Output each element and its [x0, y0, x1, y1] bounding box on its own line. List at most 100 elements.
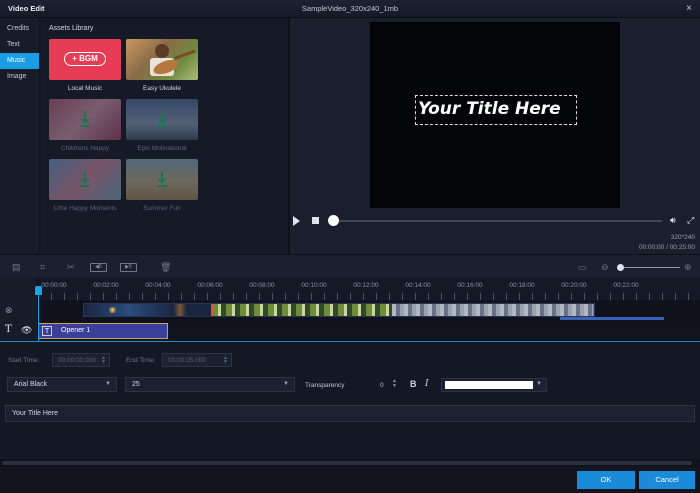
- time-readout: 00:00:00 / 00:25:00: [638, 244, 695, 251]
- ruler-tick: 00:02:00: [93, 282, 119, 289]
- start-time-stepper-icon[interactable]: ▲ ▼: [101, 356, 106, 365]
- zoom-in-icon[interactable]: ⊕: [684, 262, 692, 273]
- transparency-stepper-icon[interactable]: ▲ ▼: [392, 379, 397, 389]
- sidebar-item-image[interactable]: Image: [0, 69, 39, 85]
- start-time-label: Start Time:: [8, 357, 40, 364]
- horizontal-scrollbar[interactable]: [0, 459, 700, 467]
- epic-motivational-tile[interactable]: [126, 99, 198, 140]
- video-track-header: ⊗: [0, 300, 38, 322]
- seek-handle[interactable]: [328, 215, 339, 226]
- bold-button[interactable]: B: [410, 379, 417, 389]
- rewind-5s-icon[interactable]: ◀5: [90, 263, 107, 272]
- little-happy-moments-tile[interactable]: [49, 159, 121, 200]
- ruler-tick: 00:10:00: [301, 282, 327, 289]
- preview-panel: Your Title Here 🔊︎ ⤢ 320*240 00:00:00 / …: [290, 18, 700, 254]
- resolution-readout: 320*240: [670, 234, 695, 241]
- ruler-tick: 00:18:00: [509, 282, 535, 289]
- title-text-input[interactable]: Your Title Here: [5, 405, 695, 422]
- download-icon: [80, 111, 90, 127]
- keyframe-marker-icon[interactable]: ◉: [109, 305, 116, 314]
- forward-5s-icon[interactable]: ▶5: [120, 263, 137, 272]
- assets-library-title: Assets Library: [49, 25, 94, 32]
- color-swatch: [445, 381, 533, 389]
- visibility-icon[interactable]: 👁︎: [21, 325, 32, 336]
- ruler-tick: 00:06:00: [197, 282, 223, 289]
- transparency-value[interactable]: 0: [380, 382, 384, 389]
- transparency-label: Transparency: [305, 382, 345, 389]
- ruler-tick: 00:16:00: [457, 282, 483, 289]
- close-icon[interactable]: ×: [686, 3, 692, 14]
- asset-label: Little Happy Moments: [53, 205, 117, 212]
- title-overlay-text: Your Title Here: [418, 99, 561, 119]
- ruler-tick: 00:14:00: [405, 282, 431, 289]
- ruler-tick: 00:20:00: [561, 282, 587, 289]
- asset-label: Epic Motivational: [137, 145, 187, 152]
- chevron-down-icon: ▼: [283, 381, 289, 387]
- ruler-ticks: [38, 293, 700, 300]
- download-icon: [157, 171, 167, 187]
- sidebar: Credits Text Music Image: [0, 18, 40, 254]
- scrollbar-thumb[interactable]: [2, 461, 692, 465]
- fullscreen-icon[interactable]: ⤢: [687, 215, 694, 226]
- ruler-tick: 00:22:00: [613, 282, 639, 289]
- end-time-input[interactable]: 00:00:05.000 ▲ ▼: [162, 353, 232, 367]
- text-clip[interactable]: T Opener 1: [38, 323, 168, 339]
- asset-label: Summer Fun: [143, 205, 181, 212]
- video-clip[interactable]: [83, 303, 595, 317]
- download-icon: [157, 111, 167, 127]
- easy-ukulele-tile[interactable]: [126, 39, 198, 80]
- clip-thumbnails-middle: [212, 304, 392, 316]
- ruler-corner: [0, 278, 38, 300]
- volume-icon[interactable]: 🔊︎: [670, 215, 676, 226]
- text-track-icon: T: [5, 324, 12, 335]
- end-time-label: End Time:: [126, 357, 156, 364]
- ruler-tick: 00:12:00: [353, 282, 379, 289]
- ok-button[interactable]: OK: [577, 471, 635, 489]
- font-size-select[interactable]: 25 ▼: [125, 377, 295, 392]
- sidebar-item-text[interactable]: Text: [0, 37, 39, 53]
- timeline-toolbar: ▤ ⌗ ✂ ◀5 ▶5 🗑︎ ▭ ⊖ ⊕: [0, 254, 700, 278]
- text-track: T Opener 1: [38, 322, 700, 340]
- font-select[interactable]: Arial Black ▼: [7, 377, 117, 392]
- chevron-down-icon: ▼: [536, 381, 542, 387]
- cancel-button[interactable]: Cancel: [639, 471, 695, 489]
- zoom-slider-handle[interactable]: [617, 264, 624, 271]
- file-name: SampleVideo_320x240_1mb: [301, 4, 399, 13]
- font-size-value: 25: [132, 381, 140, 388]
- zoom-slider-track[interactable]: [620, 267, 680, 268]
- trash-icon[interactable]: 🗑︎: [160, 262, 171, 273]
- local-music-tile[interactable]: + BGM: [49, 39, 121, 80]
- video-track-icon: ⊗: [5, 305, 13, 315]
- summer-fun-tile[interactable]: [126, 159, 198, 200]
- playhead[interactable]: [38, 286, 39, 341]
- bgm-badge: + BGM: [64, 52, 106, 66]
- seek-track[interactable]: [332, 220, 662, 222]
- play-icon[interactable]: [293, 216, 300, 226]
- clip-thumbnails-start: [84, 304, 212, 316]
- start-time-input[interactable]: 00:00:00.000 ▲ ▼: [52, 353, 110, 367]
- start-time-value: 00:00:00.000: [58, 357, 96, 364]
- playback-controls: 🔊︎ ⤢: [290, 214, 700, 228]
- sidebar-item-credits[interactable]: Credits: [0, 21, 39, 37]
- ruler-tick: 00:00:00: [41, 282, 67, 289]
- chevron-down-icon: ▼: [105, 381, 111, 387]
- crop-icon[interactable]: ⌗: [40, 262, 45, 273]
- title-overlay-box[interactable]: Your Title Here: [415, 95, 577, 125]
- text-color-picker[interactable]: ▼: [441, 378, 547, 392]
- clip-end-marker[interactable]: [593, 304, 594, 316]
- film-icon[interactable]: ▤: [12, 262, 21, 273]
- timeline-ruler[interactable]: 00:00:00 00:02:00 00:04:00 00:06:00 00:0…: [38, 278, 700, 300]
- italic-button[interactable]: I: [425, 379, 429, 389]
- fit-icon[interactable]: ▭: [578, 262, 587, 273]
- ruler-tick: 00:04:00: [145, 282, 171, 289]
- zoom-out-icon[interactable]: ⊖: [601, 262, 609, 273]
- end-time-stepper-icon[interactable]: ▲ ▼: [223, 356, 228, 365]
- childrens-happy-tile[interactable]: [49, 99, 121, 140]
- stop-icon[interactable]: [312, 217, 319, 224]
- ukulele-thumbnail: [150, 44, 196, 76]
- cut-icon[interactable]: ✂: [67, 262, 75, 273]
- text-clip-icon: T: [42, 326, 52, 336]
- video-track: ◉: [38, 300, 700, 322]
- clip-trim-marker[interactable]: [211, 304, 213, 316]
- sidebar-item-music[interactable]: Music: [0, 53, 39, 69]
